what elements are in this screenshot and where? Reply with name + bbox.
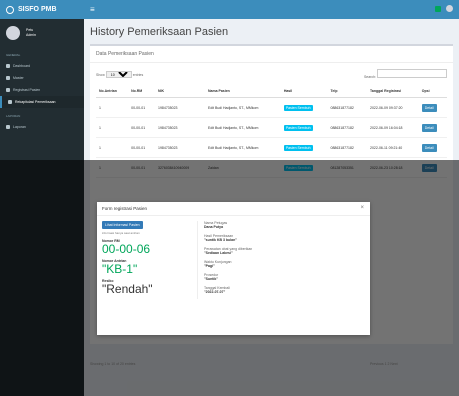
entries-select[interactable]: 10	[105, 70, 132, 78]
column-header[interactable]: No.RM	[128, 85, 156, 98]
cell-antrian: 1	[96, 117, 129, 138]
user-name: Admin	[26, 33, 36, 37]
field-value: Dana Putya	[204, 225, 224, 229]
status-badge: Pasien Sembuh	[283, 104, 313, 111]
grid-icon	[6, 76, 10, 80]
users-icon	[8, 100, 12, 104]
detail-button[interactable]: Detail	[421, 103, 437, 112]
box-title: Data Pemeriksaan Pasien	[90, 46, 453, 63]
user-avatar-icon[interactable]	[446, 5, 453, 12]
brand-name: SISFO PMB	[18, 6, 57, 13]
detail-button[interactable]: Detail	[421, 123, 437, 132]
sidebar-item-master[interactable]: Master	[0, 72, 84, 84]
sidebar-item-label: Laporan	[13, 125, 26, 129]
column-header[interactable]: Telp	[327, 85, 367, 98]
field-value: "Sediaan Lakesi"	[204, 251, 233, 255]
cell-rm: 00-00-01	[128, 97, 156, 118]
user-panel: Petu Admin	[0, 19, 84, 47]
cell-nama: Edit Budi Hadjanto, ST., MMkom	[205, 117, 281, 138]
search-control: Search:	[364, 69, 447, 79]
menu-section-general: GENERAL	[6, 53, 21, 57]
cell-rm: 00-00-01	[128, 117, 156, 138]
field-value: "Suntik"	[204, 277, 219, 281]
hint-text: informasi hanya saat antrian	[102, 231, 140, 235]
cell-nik: 1984735023	[155, 97, 205, 118]
sidebar-item-registrasi[interactable]: Registrasi Pasien	[0, 84, 84, 96]
brand[interactable]: SISFO PMB	[0, 0, 84, 19]
field-value: "Pagi"	[204, 264, 215, 268]
entries-label: entries	[132, 72, 144, 77]
column-header[interactable]: NIK	[155, 85, 205, 98]
cell-tanggal: 2022-06-11 09:21:40	[367, 137, 419, 158]
entries-control: Show 10 entries	[96, 70, 144, 78]
user-icon	[6, 88, 10, 92]
column-header[interactable]: Tanggal Registrasi	[367, 85, 419, 98]
avatar	[6, 26, 20, 40]
field-value: "2022-07-07"	[204, 290, 226, 294]
table-row: 1 00-00-01 1984735023 Edit Budi Hadjanto…	[96, 137, 447, 158]
hamburger-icon[interactable]: ≡	[90, 5, 95, 14]
field-value: "suntik KB 3 bulan"	[204, 238, 237, 242]
sidebar-item-label: Dashboard	[13, 64, 31, 68]
close-icon[interactable]: ×	[360, 205, 364, 211]
cell-telp: 088631877182	[327, 137, 367, 158]
resiko-value: "Rendah"	[102, 282, 153, 296]
cell-nik: 1984735023	[155, 117, 205, 138]
search-label: Search:	[363, 75, 377, 79]
sidebar-item-label: Registrasi Pasien	[13, 88, 41, 92]
cell-nik: 1984735023	[155, 137, 205, 158]
rm-value: 00-00-06	[102, 242, 151, 256]
logo-icon	[6, 5, 14, 14]
cell-nama: Edit Budi Hadjanto, ST., MMkom	[205, 137, 281, 158]
cell-nama: Edit Budi Hadjanto, ST., MMkom	[205, 97, 281, 118]
column-header[interactable]: Hasil	[280, 85, 328, 98]
cell-telp: 088631877182	[327, 117, 367, 138]
cell-antrian: 1	[96, 137, 129, 158]
top-navbar: ≡	[84, 0, 459, 19]
table-row: 1 00-00-01 1984735023 Edit Budi Hadjanto…	[96, 117, 447, 138]
column-header[interactable]: Nama Pasien	[205, 85, 281, 98]
modal-title: Form registrasi Pasien	[97, 202, 370, 216]
sidebar-item-label: Master	[13, 76, 24, 80]
antrian-value: "KB-1"	[102, 262, 138, 276]
search-input[interactable]	[377, 69, 447, 78]
sidebar-item-laporan[interactable]: Laporan	[0, 121, 84, 133]
page-title: History Pemeriksaan Pasien	[90, 26, 229, 38]
cell-tanggal: 2022-06-09 16:04:18	[367, 117, 419, 138]
menu-section-laporan: LAPORAN	[6, 114, 21, 118]
home-icon	[6, 64, 10, 68]
status-badge: Pasien Sembuh	[283, 144, 313, 151]
notification-icon[interactable]	[435, 5, 441, 12]
show-label: Show	[96, 72, 105, 77]
cell-rm: 00-00-01	[128, 137, 156, 158]
modal-dialog: Form registrasi Pasien × Lihat Informasi…	[97, 202, 370, 335]
detail-button[interactable]: Detail	[421, 143, 437, 152]
status-badge: Pasien Sembuh	[283, 124, 313, 131]
table-row: 1 00-00-01 1984735023 Edit Budi Hadjanto…	[96, 97, 447, 118]
sidebar-item-dashboard[interactable]: Dashboard	[0, 60, 84, 72]
column-header[interactable]: Opsi	[418, 85, 447, 98]
view-patient-info-button[interactable]: Lihat Informasi Pasien	[102, 221, 143, 229]
cell-antrian: 1	[96, 97, 129, 118]
cell-telp: 088631877182	[327, 97, 367, 118]
sidebar-item-label: Rekapitulasi Pemeriksaan	[15, 100, 56, 104]
cell-tanggal: 2022-06-09 09:37:20	[367, 97, 419, 118]
print-icon	[6, 125, 10, 129]
column-header[interactable]: No.Antrian	[96, 85, 129, 98]
sidebar-item-rekapitulasi[interactable]: Rekapitulasi Pemeriksaan	[0, 96, 84, 108]
